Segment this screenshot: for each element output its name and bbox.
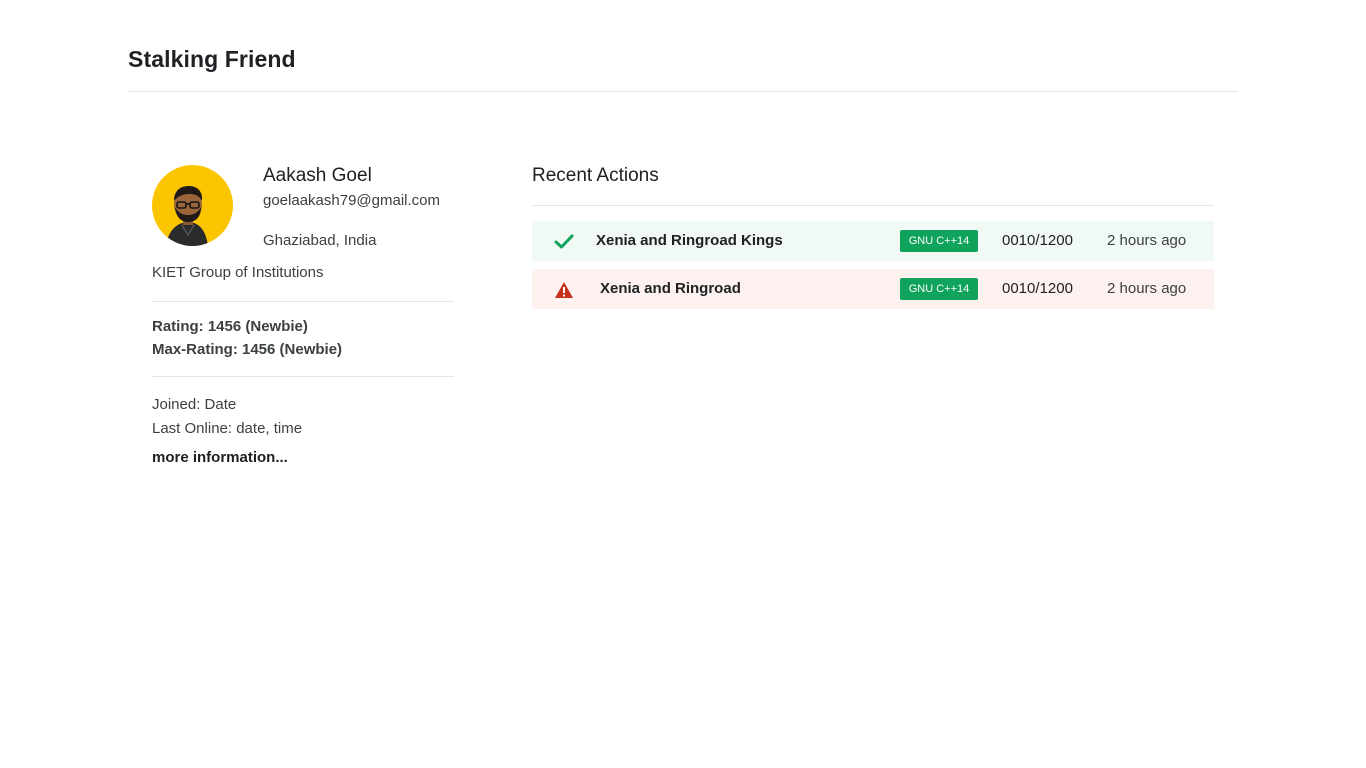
page-title: Stalking Friend [128, 46, 296, 72]
rating-text: Rating: 1456 (Newbie) [152, 318, 308, 335]
recent-actions-divider [532, 205, 1214, 206]
problem-name[interactable]: Xenia and Ringroad [600, 280, 741, 297]
recent-actions-title: Recent Actions [532, 165, 659, 186]
action-row[interactable]: Xenia and Ringroad Kings GNU C++14 0010/… [532, 221, 1214, 261]
max-rating-text: Max-Rating: 1456 (Newbie) [152, 341, 343, 358]
language-badge: GNU C++14 [900, 230, 978, 252]
profile-divider [152, 301, 454, 302]
check-icon [554, 233, 574, 251]
user-avatar-icon [166, 186, 208, 246]
last-online-text: Last Online: date, time [152, 420, 303, 437]
avatar [152, 165, 233, 246]
user-organization: KIET Group of Institutions [152, 264, 324, 281]
problem-name[interactable]: Xenia and Ringroad Kings [596, 232, 783, 249]
page-header: Stalking Friend [128, 32, 1238, 92]
warning-icon [554, 281, 574, 299]
score-text: 0010/1200 [1002, 280, 1073, 297]
profile-divider [152, 376, 454, 377]
score-text: 0010/1200 [1002, 232, 1073, 249]
more-information-link[interactable]: more information... [152, 449, 288, 466]
action-row[interactable]: Xenia and Ringroad GNU C++14 0010/1200 2… [532, 269, 1214, 309]
page: Stalking Friend Aakash Goel goelaakash79… [0, 0, 1366, 768]
user-email: goelaakash79@gmail.com [263, 192, 440, 209]
user-location: Ghaziabad, India [263, 232, 377, 249]
time-ago-text: 2 hours ago [1107, 232, 1187, 249]
time-ago-text: 2 hours ago [1107, 280, 1187, 297]
user-name: Aakash Goel [263, 165, 372, 186]
language-badge: GNU C++14 [900, 278, 978, 300]
joined-text: Joined: Date [152, 396, 237, 413]
